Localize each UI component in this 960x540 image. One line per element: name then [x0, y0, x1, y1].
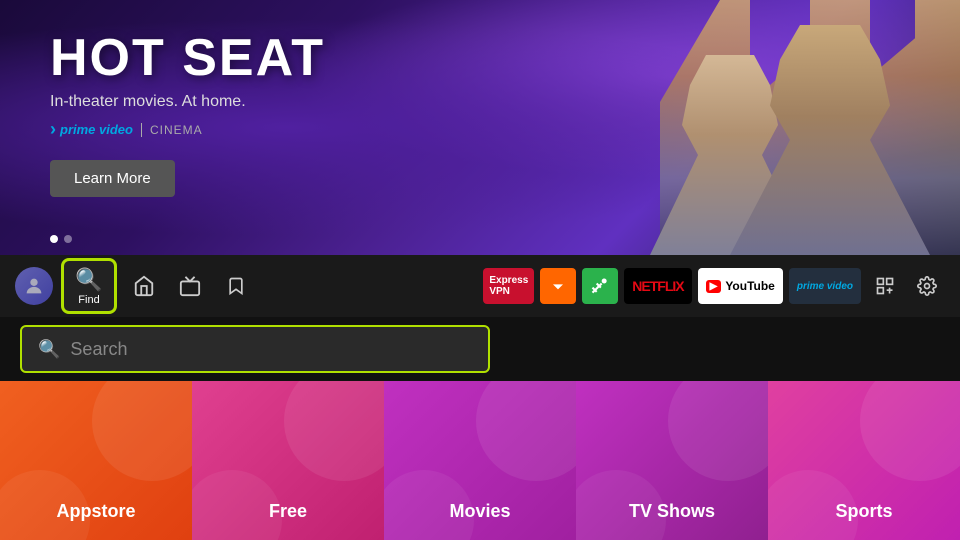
prime-video-app-label: prime video	[797, 281, 853, 292]
hero-characters	[480, 0, 960, 255]
find-label: Find	[78, 294, 99, 306]
search-icon: 🔍	[75, 267, 102, 293]
home-button[interactable]	[125, 267, 163, 305]
feedly-icon	[590, 276, 610, 296]
prime-video-app[interactable]: prime video	[789, 268, 861, 304]
search-magnifier-icon: 🔍	[38, 339, 60, 360]
downloader-app[interactable]	[540, 268, 576, 304]
search-box[interactable]: 🔍 Search	[20, 325, 490, 373]
youtube-label: YouTube	[725, 279, 775, 293]
all-apps-button[interactable]	[867, 268, 903, 304]
hero-subtitle: In-theater movies. At home.	[50, 93, 325, 111]
prime-logo: › prime video	[50, 119, 133, 140]
category-tvshows-label: TV Shows	[629, 501, 715, 522]
bookmark-button[interactable]	[217, 267, 255, 305]
category-free[interactable]: Free	[192, 381, 384, 540]
category-grid: Appstore Free Movies TV Shows Sports	[0, 381, 960, 540]
app-shortcuts: ExpressVPN NETFLIX ▶ YouTube	[483, 268, 945, 304]
hero-dots	[50, 235, 72, 243]
find-button[interactable]: 🔍 Find	[61, 258, 117, 314]
feedly-app[interactable]	[582, 268, 618, 304]
hero-dot-2[interactable]	[64, 235, 72, 243]
navigation-bar: 🔍 Find ExpressVPN	[0, 255, 960, 317]
expressvpn-app[interactable]: ExpressVPN	[483, 268, 534, 304]
category-appstore-label: Appstore	[56, 501, 135, 522]
learn-more-button[interactable]: Learn More	[50, 160, 175, 197]
settings-button[interactable]	[909, 268, 945, 304]
hero-content: HOT SEAT In-theater movies. At home. › p…	[50, 30, 325, 197]
hero-dot-1[interactable]	[50, 235, 58, 243]
search-input[interactable]: Search	[70, 339, 127, 360]
bookmark-icon	[226, 275, 246, 297]
expressvpn-label: ExpressVPN	[489, 275, 528, 297]
category-tvshows[interactable]: TV Shows	[576, 381, 768, 540]
prime-arrow-icon: ›	[50, 119, 56, 140]
tv-icon	[179, 275, 201, 297]
hero-title: HOT SEAT	[50, 30, 325, 87]
netflix-label: NETFLIX	[632, 278, 683, 294]
category-free-label: Free	[269, 501, 307, 522]
category-sports[interactable]: Sports	[768, 381, 960, 540]
avatar-icon	[23, 275, 45, 297]
grid-icon	[875, 276, 895, 296]
gear-icon	[917, 276, 937, 296]
category-movies-label: Movies	[449, 501, 510, 522]
hero-badge: › prime video CINEMA	[50, 119, 325, 140]
downloader-icon	[548, 276, 568, 296]
search-section: 🔍 Search	[0, 317, 960, 381]
tv-button[interactable]	[171, 267, 209, 305]
youtube-play-icon: ▶	[706, 280, 722, 293]
home-icon	[133, 275, 155, 297]
category-sports-label: Sports	[835, 501, 892, 522]
youtube-app[interactable]: ▶ YouTube	[698, 268, 783, 304]
cinema-label: CINEMA	[141, 123, 203, 137]
prime-video-label: prime video	[60, 122, 133, 137]
hero-banner: HOT SEAT In-theater movies. At home. › p…	[0, 0, 960, 255]
category-appstore[interactable]: Appstore	[0, 381, 192, 540]
user-avatar[interactable]	[15, 267, 53, 305]
category-movies[interactable]: Movies	[384, 381, 576, 540]
netflix-app[interactable]: NETFLIX	[624, 268, 691, 304]
